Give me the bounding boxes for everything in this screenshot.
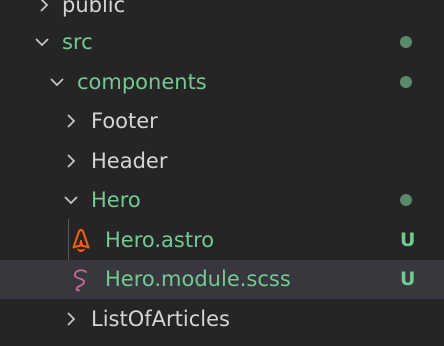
chevron-right-icon[interactable] [33, 0, 55, 16]
tree-item-label: Hero.module.scss [105, 267, 291, 291]
git-modified-dot [400, 76, 412, 88]
chevron-down-icon[interactable] [60, 189, 82, 211]
sass-file-icon [70, 267, 92, 293]
astro-file-icon [70, 228, 92, 254]
tree-item-label: components [77, 70, 207, 94]
chevron-down-icon[interactable] [46, 71, 68, 93]
git-modified-dot [400, 36, 412, 48]
tree-item-listofarticles[interactable]: ListOfArticles [0, 300, 444, 339]
tree-item-label: src [62, 30, 93, 54]
tree-item-hero-module-scss[interactable]: Hero.module.scss U [0, 260, 444, 299]
tree-item-label: Footer [91, 109, 158, 133]
git-modified-dot [400, 194, 412, 206]
file-explorer-tree: public src components Footer Header Hero… [0, 0, 444, 346]
tree-item-src[interactable]: src [0, 23, 444, 62]
tree-item-label: public [62, 0, 126, 17]
chevron-right-icon[interactable] [60, 150, 82, 172]
tree-item-components[interactable]: components [0, 63, 444, 102]
tree-item-label: Header [91, 149, 168, 173]
chevron-right-icon[interactable] [60, 110, 82, 132]
chevron-right-icon[interactable] [60, 308, 82, 330]
tree-item-hero[interactable]: Hero [0, 181, 444, 220]
tree-item-public[interactable]: public [0, 0, 444, 25]
tree-item-hero-astro[interactable]: Hero.astro U [0, 221, 444, 260]
tree-item-label: Hero.astro [105, 228, 215, 252]
tree-item-header[interactable]: Header [0, 142, 444, 181]
tree-item-footer[interactable]: Footer [0, 102, 444, 141]
tree-item-label: ListOfArticles [91, 307, 230, 331]
git-untracked-badge: U [400, 268, 416, 290]
tree-item-label: Hero [91, 188, 141, 212]
git-untracked-badge: U [400, 229, 416, 251]
chevron-down-icon[interactable] [31, 31, 53, 53]
